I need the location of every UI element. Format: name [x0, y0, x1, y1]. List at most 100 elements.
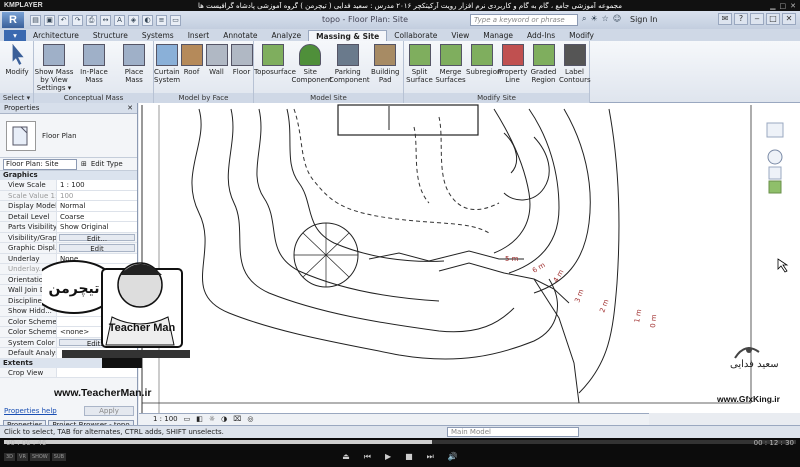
zoom-icon[interactable] — [768, 166, 782, 180]
property-value[interactable]: Coarse — [57, 211, 137, 221]
text-icon[interactable]: A — [114, 14, 125, 26]
panel-title[interactable]: Model Site — [254, 93, 403, 103]
close-icon[interactable]: ✕ — [782, 13, 796, 25]
tab-collaborate[interactable]: Collaborate — [387, 30, 444, 41]
property-row[interactable]: Scale Value 1: 100 — [0, 190, 137, 201]
pan-icon[interactable] — [768, 180, 782, 194]
section-icon[interactable]: ◐ — [142, 14, 153, 26]
tree-tool-button[interactable]: Site Component — [292, 44, 332, 84]
previous-icon[interactable]: ⏮ — [364, 452, 371, 464]
property-row[interactable]: Visibility/Graph...Edit... — [0, 232, 137, 243]
building-pad-tool-button[interactable]: Building Pad — [367, 44, 405, 84]
3d-view-icon[interactable]: ◈ — [128, 14, 139, 26]
sign-in-button[interactable]: Sign In — [630, 15, 657, 24]
print-icon[interactable]: ⎙ — [86, 14, 97, 26]
user-icon[interactable]: ☺ — [613, 14, 621, 24]
exchange-icon[interactable]: ✉ — [718, 13, 732, 25]
open-icon[interactable]: ▤ — [30, 14, 41, 26]
inplace-mass-tool-button[interactable]: In-Place Mass — [74, 44, 114, 84]
property-row[interactable]: View Scale 1 : 100 — [0, 180, 137, 191]
panel-title[interactable]: Conceptual Mass — [34, 93, 153, 103]
minimize-icon[interactable]: ▁ — [770, 2, 775, 10]
subregion-tool-button[interactable]: Subregion — [466, 44, 501, 76]
tab-modify[interactable]: Modify — [562, 30, 601, 41]
minimize-icon[interactable]: ‒ — [750, 13, 764, 25]
apply-button[interactable]: Apply — [84, 406, 134, 416]
close-views-icon[interactable]: ▭ — [170, 14, 181, 26]
toposurface-tool-button[interactable]: Toposurface — [254, 44, 296, 76]
tab-view[interactable]: View — [444, 30, 476, 41]
property-value[interactable]: Show Original — [57, 222, 137, 232]
tab-annotate[interactable]: Annotate — [216, 30, 264, 41]
view-scale[interactable]: 1 : 100 — [153, 414, 178, 425]
property-row[interactable]: Detail Level Coarse — [0, 211, 137, 222]
property-value[interactable]: 100 — [57, 190, 137, 200]
stop-icon[interactable]: ■ — [405, 452, 413, 464]
wall-tool-button[interactable]: Wall — [204, 44, 229, 76]
panel-title[interactable]: Select ▾ — [0, 93, 33, 103]
sun-path-icon[interactable]: ☼ — [209, 414, 215, 425]
panel-title[interactable]: Model by Face — [154, 93, 253, 103]
search-input[interactable]: Type a keyword or phrase — [470, 14, 578, 26]
edit-type-button[interactable]: Edit Type — [91, 160, 123, 168]
property-value[interactable]: 1 : 100 — [57, 180, 137, 190]
application-menu-button[interactable]: ▾ — [4, 30, 26, 41]
tab-add-ins[interactable]: Add-Ins — [520, 30, 562, 41]
place-mass-tool-button[interactable]: Place Mass — [114, 44, 154, 84]
merge-surfaces-tool-button[interactable]: Merge Surfaces — [435, 44, 466, 84]
tab-structure[interactable]: Structure — [86, 30, 135, 41]
maximize-icon[interactable]: □ — [766, 13, 780, 25]
properties-help-link[interactable]: Properties help — [4, 407, 57, 415]
edit-button[interactable]: Edit... — [59, 233, 135, 242]
property-row[interactable]: Display Model Normal — [0, 201, 137, 212]
seek-bar[interactable] — [4, 440, 796, 444]
tab-analyze[interactable]: Analyze — [265, 30, 309, 41]
subscription-icon[interactable]: ☀ — [590, 14, 597, 24]
drawing-area[interactable]: 5 m 4 m 3 m 2 m 1 m 0 m 6 m — [139, 103, 800, 413]
detail-level-icon[interactable]: ▭ — [184, 414, 191, 425]
redo-icon[interactable]: ↷ — [72, 14, 83, 26]
close-icon[interactable]: ✕ — [790, 2, 796, 10]
thin-lines-icon[interactable]: ≡ — [156, 14, 167, 26]
instance-selector[interactable]: Floor Plan: Site — [3, 158, 77, 170]
property-line-tool-button[interactable]: Property Line — [497, 44, 528, 84]
crop-region-icon[interactable]: ⌧ — [233, 414, 241, 425]
split-surface-tool-button[interactable]: Split Surface — [404, 44, 435, 84]
property-row[interactable]: Parts Visibility Show Original — [0, 222, 137, 233]
roof-tool-button[interactable]: Roof — [179, 44, 204, 76]
property-value[interactable]: Normal — [57, 201, 137, 211]
parking-tool-button[interactable]: Parking Component — [329, 44, 370, 84]
shadows-icon[interactable]: ◑ — [221, 414, 227, 425]
measure-icon[interactable]: ↔ — [100, 14, 111, 26]
edit-type-icon[interactable]: ⊞ — [81, 160, 87, 168]
visual-style-icon[interactable]: ◧ — [196, 414, 203, 425]
volume-icon[interactable]: 🔊 — [448, 452, 458, 464]
save-icon[interactable]: ▣ — [44, 14, 55, 26]
close-icon[interactable]: ✕ — [127, 103, 137, 114]
panel-title[interactable]: Modify Site — [404, 93, 589, 103]
next-icon[interactable]: ⏭ — [427, 452, 434, 464]
curtain-system-tool-button[interactable]: Curtain System — [154, 44, 180, 84]
view-cube[interactable] — [766, 122, 784, 138]
graded-region-tool-button[interactable]: Graded Region — [528, 44, 559, 84]
revit-app-icon[interactable]: R — [2, 12, 24, 28]
mass-tool-button[interactable]: Show Mass by View Settings ▾ — [34, 44, 74, 92]
eject-icon[interactable]: ⏏ — [342, 452, 350, 464]
type-selector[interactable]: Floor Plan — [0, 114, 137, 158]
tab-manage[interactable]: Manage — [476, 30, 520, 41]
tab-systems[interactable]: Systems — [135, 30, 181, 41]
steering-wheel-icon[interactable] — [767, 149, 783, 165]
temporary-hide-icon[interactable]: ◎ — [247, 414, 253, 425]
floor-tool-button[interactable]: Floor — [229, 44, 254, 76]
play-icon[interactable]: ▶ — [385, 452, 391, 464]
star-icon[interactable]: ☆ — [602, 14, 609, 24]
tab-insert[interactable]: Insert — [181, 30, 217, 41]
label-contours-tool-button[interactable]: Label Contours — [559, 44, 591, 84]
cursor-tool-button[interactable]: Modify — [0, 44, 34, 76]
active-model-selector[interactable]: Main Model — [447, 427, 579, 437]
maximize-icon[interactable]: □ — [780, 2, 787, 10]
help-icon[interactable]: ? — [734, 13, 748, 25]
tab-architecture[interactable]: Architecture — [26, 30, 86, 41]
undo-icon[interactable]: ↶ — [58, 14, 69, 26]
group-graphics[interactable]: Graphics — [0, 171, 137, 180]
